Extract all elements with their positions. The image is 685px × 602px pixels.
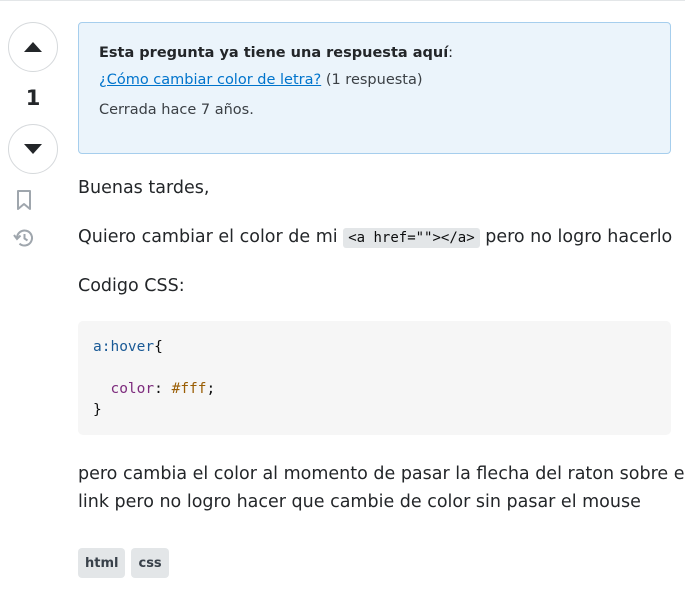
inline-code: <a href=""></a> xyxy=(343,228,480,248)
upvote-button[interactable] xyxy=(8,22,58,72)
downvote-button[interactable] xyxy=(8,124,58,174)
tag-html[interactable]: html xyxy=(78,548,126,578)
closed-status: Cerrada hace 7 años. xyxy=(99,102,254,118)
answer-count: (1 respuesta) xyxy=(325,72,423,88)
question-paragraph: Quiero cambiar el color de mi <a href=""… xyxy=(78,227,673,248)
greeting-paragraph: Buenas tardes, xyxy=(78,178,210,198)
tag-css[interactable]: css xyxy=(131,548,169,578)
notice-title: Esta pregunta ya tiene una respuesta aqu… xyxy=(99,45,454,61)
code-property: color xyxy=(110,381,155,397)
bookmark-button[interactable] xyxy=(12,188,36,212)
arrow-down-icon xyxy=(24,144,42,154)
tag-list: html css xyxy=(78,548,169,578)
code-value: #fff xyxy=(171,381,207,397)
vote-count: 1 xyxy=(25,86,41,110)
history-button[interactable] xyxy=(12,226,36,250)
duplicate-notice: Esta pregunta ya tiene una respuesta aqu… xyxy=(78,22,671,154)
vote-column: 1 xyxy=(8,22,58,174)
top-divider xyxy=(0,0,685,1)
arrow-up-icon xyxy=(24,42,42,52)
duplicate-question-link[interactable]: ¿Cómo cambiar color de letra? xyxy=(99,72,321,88)
css-label-paragraph: Codigo CSS: xyxy=(78,276,185,296)
code-block: a:hover{ color: #fff; } xyxy=(78,321,671,435)
duplicate-link-row: ¿Cómo cambiar color de letra? (1 respues… xyxy=(99,72,650,88)
history-icon xyxy=(13,229,33,247)
bookmark-icon xyxy=(17,190,31,210)
code-selector: a:hover xyxy=(93,339,155,355)
detail-paragraph-line-1: pero cambia el color al momento de pasar… xyxy=(78,464,685,484)
detail-paragraph-line-2: link pero no logro hacer que cambie de c… xyxy=(78,492,641,512)
